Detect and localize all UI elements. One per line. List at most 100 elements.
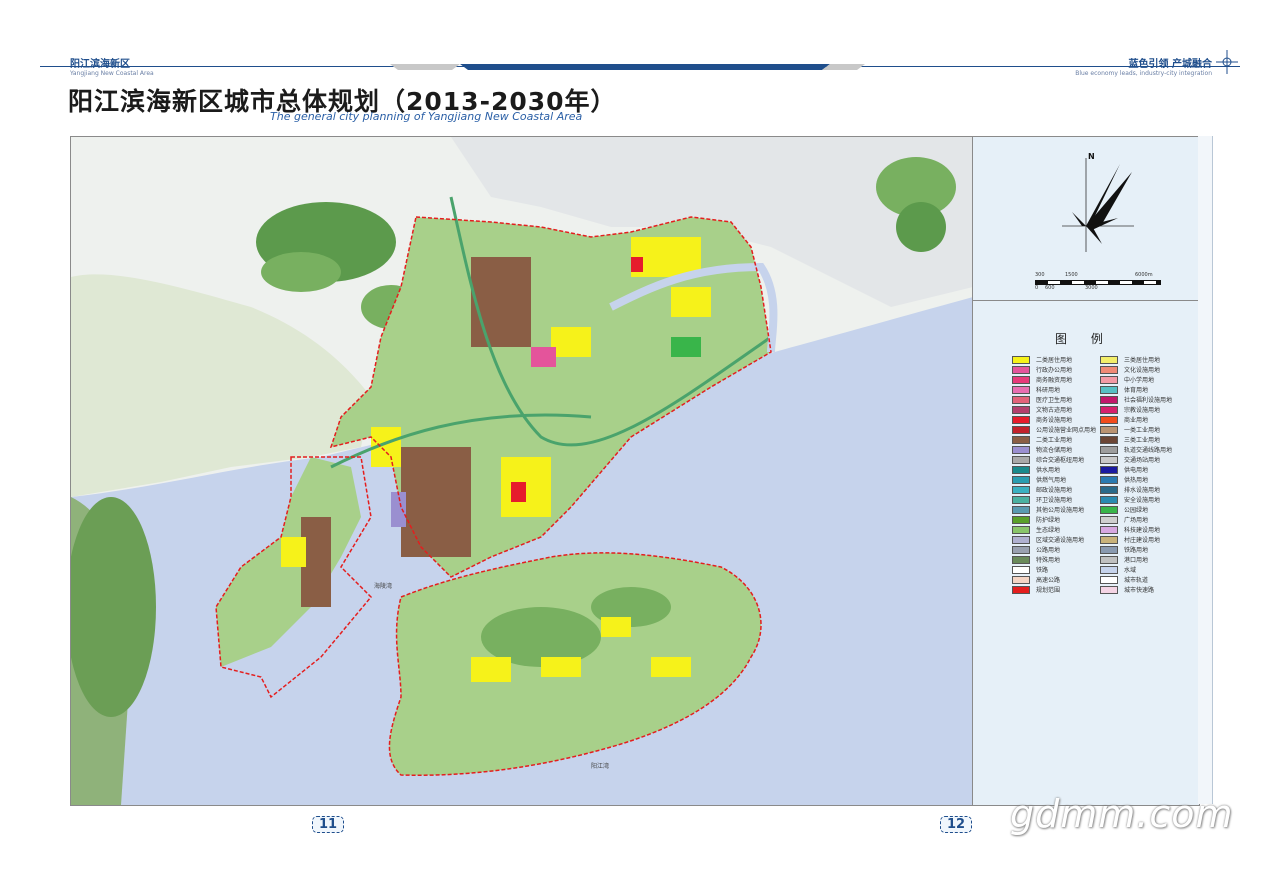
- legend-item: 广场用地: [1100, 515, 1148, 524]
- planning-map[interactable]: 海陵湾 阳江湾: [70, 136, 974, 806]
- legend-swatch: [1100, 555, 1118, 564]
- legend-item: 二类居住用地: [1012, 355, 1072, 364]
- legend-swatch: [1100, 455, 1118, 464]
- legend-swatch: [1012, 545, 1030, 554]
- legend-swatch: [1012, 365, 1030, 374]
- legend-item: 邮政设施用地: [1012, 485, 1072, 494]
- legend-label: 行政办公用地: [1036, 367, 1073, 374]
- legend-label: 公路用地: [1036, 547, 1061, 554]
- legend-label: 环卫设施用地: [1036, 497, 1073, 504]
- legend-swatch: [1012, 415, 1030, 424]
- watermark: gdmm.com: [1010, 792, 1234, 836]
- legend-label: 其他公用设施用地: [1036, 507, 1085, 514]
- legend-item: 城市快速路: [1100, 585, 1154, 594]
- legend-swatch: [1012, 475, 1030, 484]
- legend-label: 邮政设施用地: [1036, 487, 1073, 494]
- legend-item: 公用设施营业网点用地: [1012, 425, 1096, 434]
- legend-label: 生态绿地: [1036, 527, 1061, 534]
- legend-item: 铁路用地: [1100, 545, 1148, 554]
- legend-item: 铁路: [1012, 565, 1048, 574]
- legend-item: 科研用地: [1012, 385, 1060, 394]
- legend-label: 公用设施营业网点用地: [1036, 427, 1097, 434]
- legend-label: 交通场站用地: [1124, 457, 1161, 464]
- legend-label: 港口用地: [1124, 557, 1149, 564]
- legend-item: 商业用地: [1100, 415, 1148, 424]
- legend-swatch: [1012, 525, 1030, 534]
- legend-item: 宗教设施用地: [1100, 405, 1160, 414]
- legend-item: 高速公路: [1012, 575, 1060, 584]
- legend-label: 三类工业用地: [1124, 437, 1161, 444]
- legend-swatch: [1100, 545, 1118, 554]
- legend-label: 规划范围: [1036, 587, 1061, 594]
- legend-item: 交通场站用地: [1100, 455, 1160, 464]
- legend-label: 综合交通枢纽用地: [1036, 457, 1085, 464]
- slogan-subtitle: Blue economy leads, industry-city integr…: [1075, 70, 1212, 77]
- legend-swatch: [1100, 395, 1118, 404]
- legend-label: 科技建设用地: [1124, 527, 1161, 534]
- legend-label: 商业用地: [1124, 417, 1149, 424]
- legend-item: 港口用地: [1100, 555, 1148, 564]
- legend-label: 商务设施用地: [1036, 417, 1073, 424]
- legend-label: 供燃气用地: [1036, 477, 1067, 484]
- legend-label: 物流仓储用地: [1036, 447, 1073, 454]
- legend-item: 体育用地: [1100, 385, 1148, 394]
- legend-item: 轨道交通线路用地: [1100, 445, 1172, 454]
- legend-swatch: [1100, 505, 1118, 514]
- legend-label: 城市轨道: [1124, 577, 1149, 584]
- legend-swatch: [1100, 365, 1118, 374]
- legend-swatch: [1012, 535, 1030, 544]
- legend-swatch: [1100, 425, 1118, 434]
- scale-label: 1500: [1065, 272, 1078, 278]
- scale-label: 3000: [1085, 285, 1098, 291]
- legend-label: 安全设施用地: [1124, 497, 1161, 504]
- legend-item: 村庄建设用地: [1100, 535, 1160, 544]
- legend-swatch: [1012, 465, 1030, 474]
- north-arrow-icon: [1062, 158, 1134, 252]
- legend-swatch: [1100, 585, 1118, 594]
- legend-item: 生态绿地: [1012, 525, 1060, 534]
- legend-item: 排水设施用地: [1100, 485, 1160, 494]
- legend-item: 文物古迹用地: [1012, 405, 1072, 414]
- legend-swatch: [1012, 395, 1030, 404]
- legend-item: 防护绿地: [1012, 515, 1060, 524]
- legend-swatch: [1100, 475, 1118, 484]
- legend-label: 村庄建设用地: [1124, 537, 1161, 544]
- legend-item: 社会福利设施用地: [1100, 395, 1172, 404]
- scale-label: 600: [1045, 285, 1055, 291]
- legend-swatch: [1100, 515, 1118, 524]
- legend-swatch: [1012, 435, 1030, 444]
- legend: 二类居住用地 三类居住用地 行政办公用地 文化设施用地 商务融资用地 中小学用地 科研用地 体…: [1012, 355, 1192, 595]
- legend-label: 社会福利设施用地: [1124, 397, 1173, 404]
- legend-swatch: [1100, 385, 1118, 394]
- brand-title: 阳江滨海新区: [70, 59, 130, 70]
- scale-bar: 300 1500 6000m 0 600 3000: [1035, 272, 1175, 293]
- legend-title: 图 例: [1055, 332, 1113, 346]
- legend-label: 公园绿地: [1124, 507, 1149, 514]
- legend-swatch: [1012, 455, 1030, 464]
- legend-swatch: [1012, 485, 1030, 494]
- legend-label: 供热用地: [1124, 477, 1149, 484]
- legend-swatch: [1100, 575, 1118, 584]
- legend-swatch: [1100, 355, 1118, 364]
- legend-label: 医疗卫生用地: [1036, 397, 1073, 404]
- legend-swatch: [1012, 445, 1030, 454]
- legend-swatch: [1100, 435, 1118, 444]
- legend-item: 其他公用设施用地: [1012, 505, 1084, 514]
- legend-label: 水域: [1124, 567, 1137, 574]
- legend-item: 中小学用地: [1100, 375, 1154, 384]
- legend-swatch: [1012, 425, 1030, 434]
- legend-swatch: [1100, 445, 1118, 454]
- legend-item: 行政办公用地: [1012, 365, 1072, 374]
- legend-label: 排水设施用地: [1124, 487, 1161, 494]
- legend-label: 轨道交通线路用地: [1124, 447, 1173, 454]
- scale-label: 0: [1035, 285, 1039, 291]
- legend-swatch: [1100, 535, 1118, 544]
- place-label: 阳江湾: [591, 763, 610, 770]
- legend-swatch: [1012, 575, 1030, 584]
- legend-swatch: [1012, 515, 1030, 524]
- place-label: 海陵湾: [374, 583, 393, 590]
- legend-item: 一类工业用地: [1100, 425, 1160, 434]
- legend-swatch: [1012, 505, 1030, 514]
- side-divider: [972, 300, 1198, 301]
- legend-label: 铁路用地: [1124, 547, 1149, 554]
